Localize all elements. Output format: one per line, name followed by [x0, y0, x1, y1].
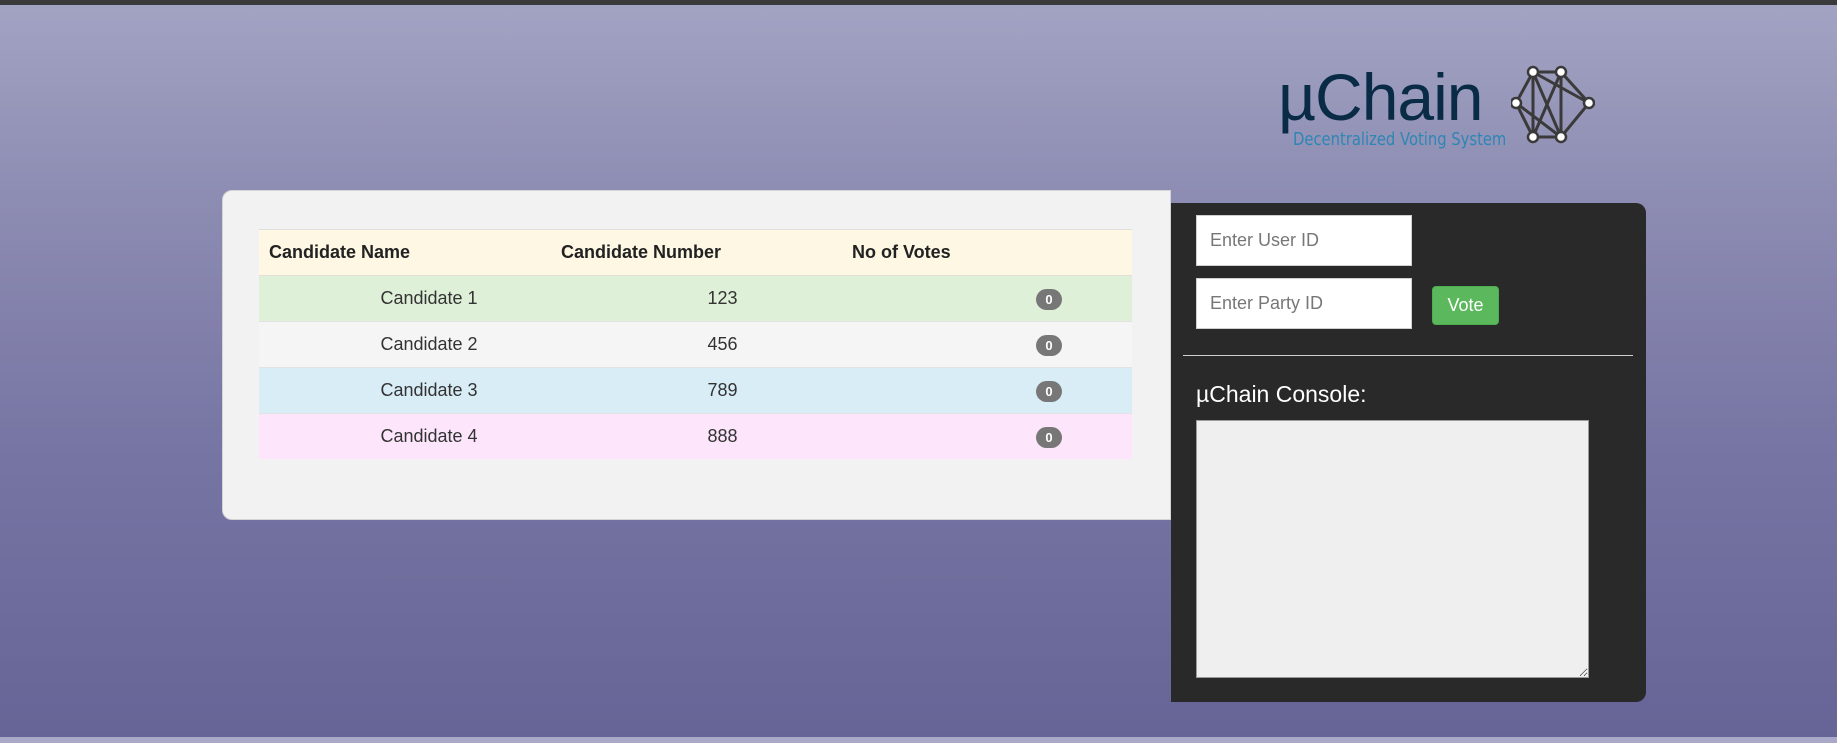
- table-row: Candidate 4 888 0: [259, 413, 1132, 459]
- brand-title: µChain: [1278, 60, 1483, 134]
- candidate-number-cell: 456: [551, 321, 842, 368]
- vote-count-cell: 0: [842, 275, 1132, 322]
- divider: [1183, 355, 1633, 356]
- console-textarea[interactable]: [1196, 420, 1589, 678]
- candidate-number-cell: 789: [551, 367, 842, 414]
- candidate-name-cell: Candidate 1: [259, 275, 551, 322]
- table-row: Candidate 2 456 0: [259, 321, 1132, 368]
- voting-panel: Vote µChain Console:: [1171, 203, 1646, 702]
- vote-count-badge: 0: [1036, 334, 1062, 356]
- vote-count-badge: 0: [1036, 380, 1062, 402]
- candidate-number-cell: 123: [551, 275, 842, 322]
- candidates-table: Candidate Name Candidate Number No of Vo…: [259, 229, 1132, 459]
- vote-count-cell: 0: [842, 321, 1132, 368]
- vote-count-cell: 0: [842, 367, 1132, 414]
- candidates-table-body: Candidate 1 123 0 Candidate 2 456 0 Candidate …: [259, 275, 1132, 459]
- vote-count-cell: 0: [842, 413, 1132, 459]
- header-no-of-votes: No of Votes: [842, 229, 1132, 276]
- party-id-input[interactable]: [1196, 278, 1412, 329]
- vote-button[interactable]: Vote: [1432, 286, 1499, 325]
- candidate-name-cell: Candidate 3: [259, 367, 551, 414]
- table-header-row: Candidate Name Candidate Number No of Vo…: [259, 229, 1132, 276]
- candidates-panel: Candidate Name Candidate Number No of Vo…: [222, 190, 1171, 520]
- console-label: µChain Console:: [1196, 381, 1367, 407]
- vote-count-badge: 0: [1036, 288, 1062, 310]
- candidate-number-cell: 888: [551, 413, 842, 459]
- network-graph-icon: [1511, 65, 1595, 144]
- table-row: Candidate 3 789 0: [259, 367, 1132, 414]
- brand-logo: µChain Decentralized Voting System: [1275, 62, 1605, 162]
- candidate-name-cell: Candidate 4: [259, 413, 551, 459]
- user-id-input[interactable]: [1196, 215, 1412, 266]
- header-candidate-number: Candidate Number: [551, 229, 842, 276]
- brand-subtitle: Decentralized Voting System: [1293, 129, 1507, 150]
- browser-top-bar: [0, 0, 1837, 5]
- candidate-name-cell: Candidate 2: [259, 321, 551, 368]
- table-row: Candidate 1 123 0: [259, 275, 1132, 322]
- vote-count-badge: 0: [1036, 426, 1062, 448]
- bottom-bar: [0, 737, 1837, 743]
- header-candidate-name: Candidate Name: [259, 229, 551, 276]
